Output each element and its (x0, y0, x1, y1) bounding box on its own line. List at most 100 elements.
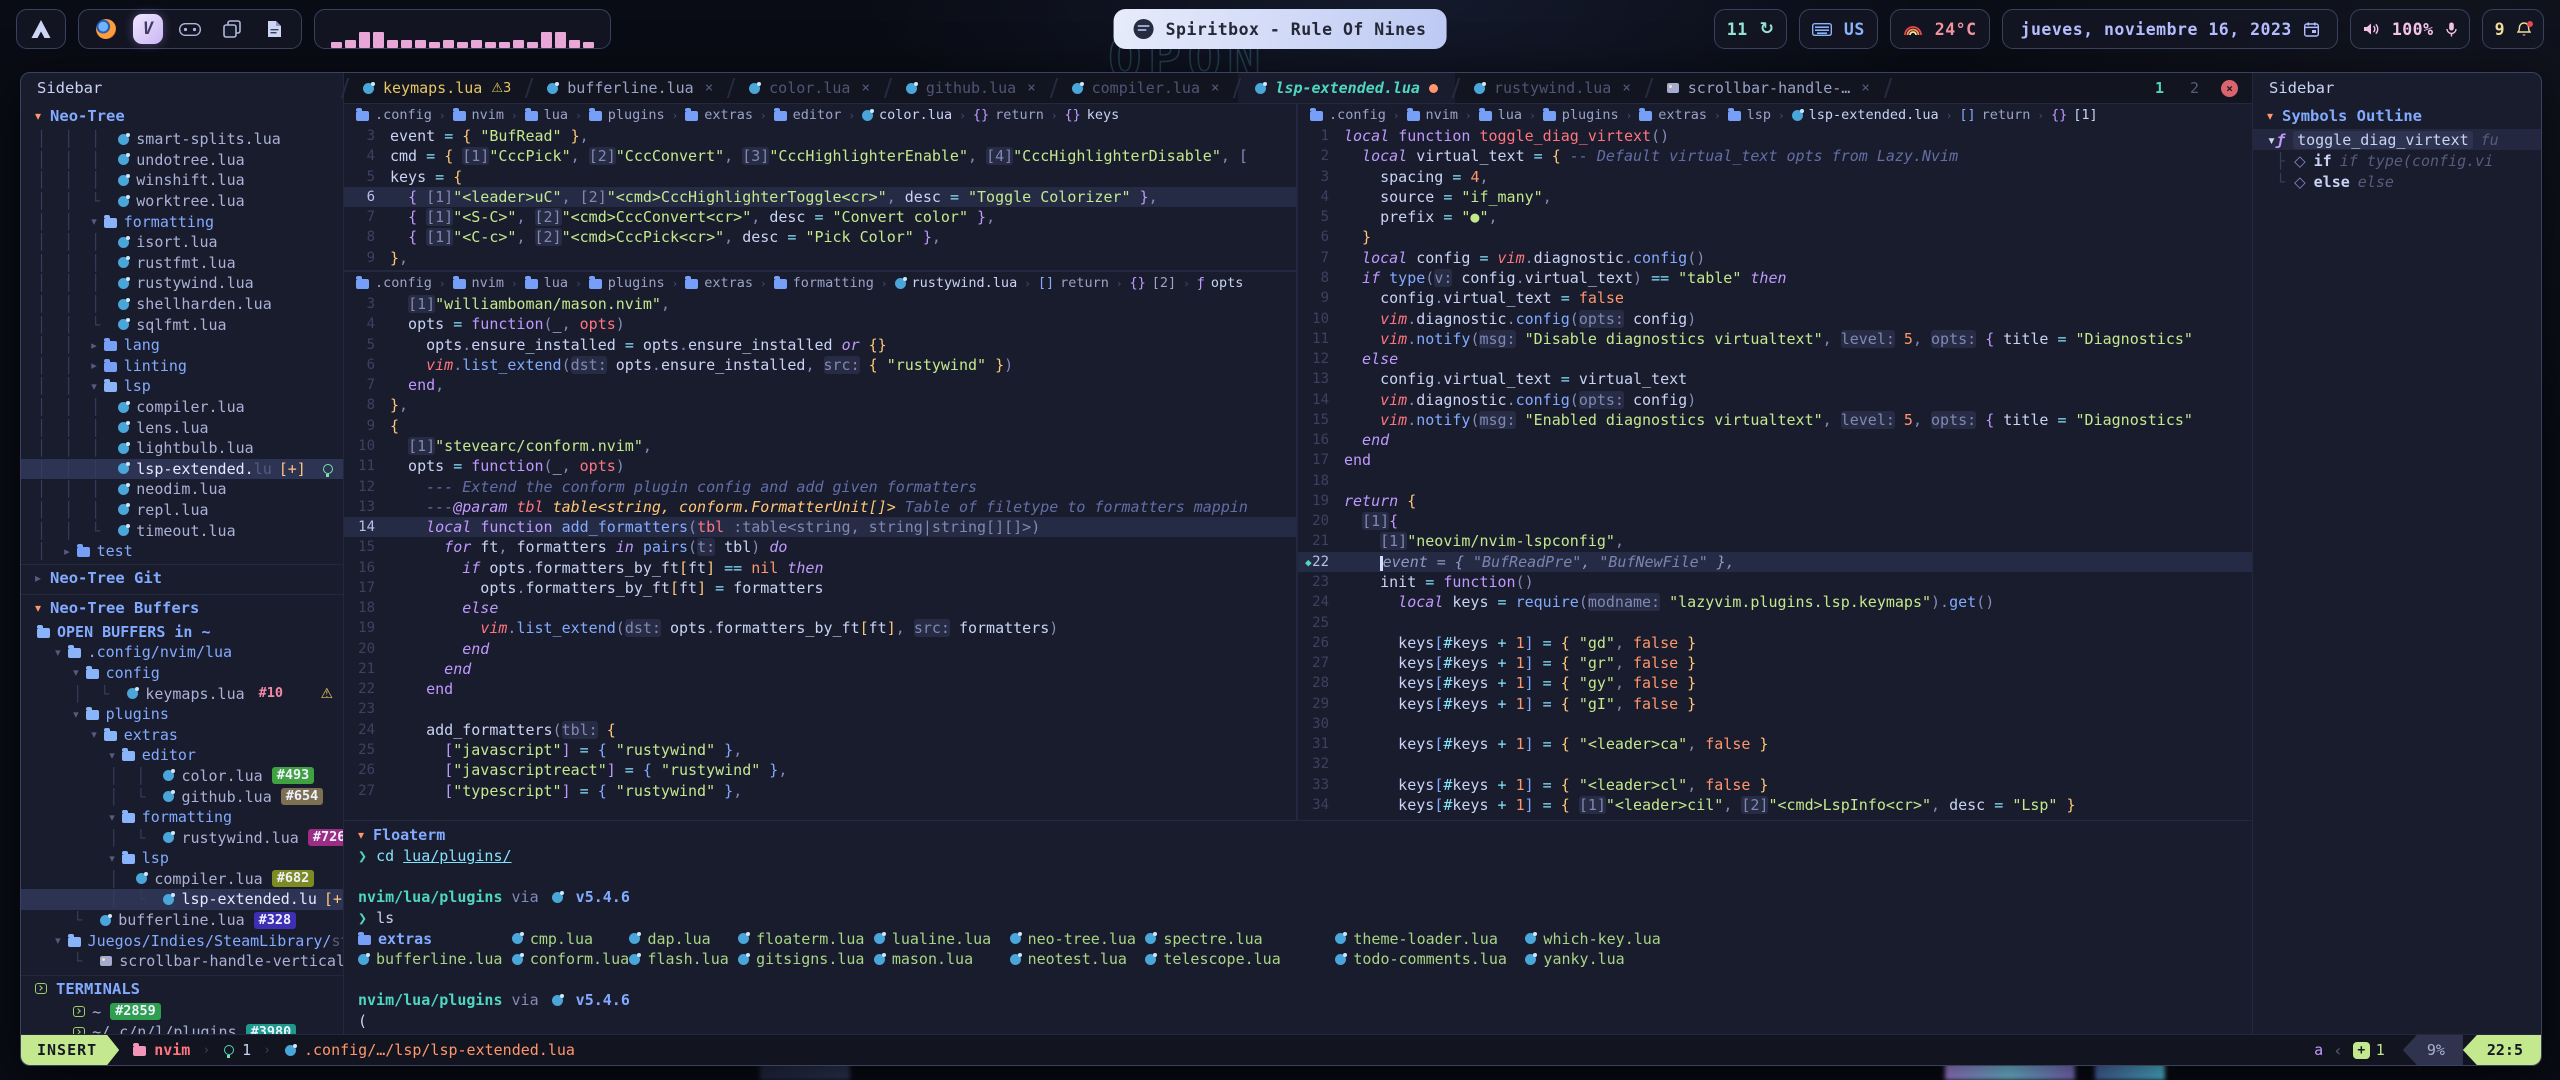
breadcrumb-item[interactable]: {}keys (1064, 107, 1119, 123)
tab-close-icon[interactable]: × (705, 80, 713, 96)
code-line-6[interactable]: 6 } (1298, 227, 2252, 247)
code-line-8[interactable]: 8 if type(v: config.virtual_text) == "ta… (1298, 268, 2252, 288)
code-line-6[interactable]: 6 vim.list_extend(dst: opts.ensure_insta… (344, 355, 1296, 375)
tree-item-shellharden.lua[interactable]: │ │ │ shellharden.lua (21, 294, 343, 315)
breadcrumb-item[interactable]: nvim (453, 107, 505, 123)
code-line-17[interactable]: 17end (1298, 450, 2252, 470)
code-line-27[interactable]: 27 keys[#keys + 1] = { "gr", false } (1298, 653, 2252, 673)
code-line-8[interactable]: 8 { [1]"<C-c>", [2]"<cmd>CccPick<cr>", d… (344, 227, 1296, 247)
symbol-toggle_diag_virtext[interactable]: ▾ƒtoggle_diag_virtextfu (2253, 129, 2541, 150)
code-line-14[interactable]: 14 local function add_formatters(tbl :ta… (344, 517, 1296, 537)
breadcrumb-item[interactable]: .config (356, 107, 432, 123)
code-line-9[interactable]: 9 config.virtual_text = false (1298, 288, 2252, 308)
tab-lsp-extendedlua[interactable]: lsp-extended.lua (1238, 73, 1455, 103)
code-line-11[interactable]: 11 vim.notify(msg: "Disable diagnostics … (1298, 329, 2252, 349)
tree-item-lens.lua[interactable]: │ │ │ lens.lua (21, 417, 343, 438)
tree-item-lightbulb.lua[interactable]: │ │ │ lightbulb.lua (21, 438, 343, 459)
code-line-15[interactable]: 15 vim.notify(msg: "Enabled diagnostics … (1298, 410, 2252, 430)
firefox-icon[interactable] (91, 14, 121, 44)
tab-scrollbar-handle-[interactable]: scrollbar-handle-…× (1650, 73, 1887, 103)
breadcrumb-item[interactable]: plugins (1543, 107, 1619, 123)
tab-close-icon[interactable]: × (1027, 80, 1035, 96)
floaterm-header[interactable]: ▾ Floaterm (358, 824, 2252, 846)
tree-item-test[interactable]: │ ▸test (21, 541, 343, 562)
tab-githublua[interactable]: github.lua× (889, 73, 1053, 103)
code-line-32[interactable]: 32 (1298, 754, 2252, 774)
code-line-5[interactable]: 5keys = { (344, 167, 1296, 187)
breadcrumb-item[interactable]: .config (1310, 107, 1386, 123)
code-line-10[interactable]: 10 [1]"stevearc/conform.nvim", (344, 436, 1296, 456)
breadcrumb-item[interactable]: lua (525, 275, 568, 291)
code-line-24[interactable]: 24 local keys = require(modname: "lazyvi… (1298, 592, 2252, 612)
breadcrumb-item[interactable]: []return (1038, 275, 1109, 291)
code-line-14[interactable]: 14 vim.diagnostic.config(opts: config) (1298, 389, 2252, 409)
tab-close-icon[interactable]: × (1622, 80, 1630, 96)
code-line-6[interactable]: 6 { [1]"<leader>uC", [2]"<cmd>CccHighlig… (344, 187, 1296, 207)
code-view-rustywind[interactable]: 3 [1]"williamboman/mason.nvim",4 opts = … (344, 294, 1296, 820)
tree-item-undotree.lua[interactable]: │ │ │ undotree.lua (21, 150, 343, 171)
code-line-13[interactable]: 13 ---@param tbl table<string, conform.F… (344, 497, 1296, 517)
date-widget[interactable]: jueves, noviembre 16, 2023 (2002, 9, 2338, 49)
code-line-9[interactable]: 9}, (344, 248, 1296, 268)
tree-item-github.lua[interactable]: │ └ github.lua#654 (21, 786, 343, 807)
code-line-2[interactable]: 2 local virtual_text = { -- Default virt… (1298, 146, 2252, 166)
code-view-color[interactable]: 3event = { "BufRead" },4cmd = { [1]"CccP… (344, 126, 1296, 270)
tree-item-lsp-extended.[interactable]: │ │ │ lsp-extended.lu[+] (21, 459, 343, 480)
breadcrumb-item[interactable]: extras (685, 275, 753, 291)
tree-item-editor[interactable]: ▾editor (21, 745, 343, 766)
code-line-19[interactable]: 19return { (1298, 491, 2252, 511)
code-line-13[interactable]: 13 config.virtual_text = virtual_text (1298, 369, 2252, 389)
code-line-20[interactable]: 20 [1]{ (1298, 511, 2252, 531)
breadcrumb-item[interactable]: nvim (1407, 107, 1459, 123)
tabpage-1[interactable]: 1 (2143, 79, 2176, 97)
code-line-12[interactable]: 12 else (1298, 349, 2252, 369)
code-line-20[interactable]: 20 end (344, 639, 1296, 659)
tree-item-formatting[interactable]: │ │ ▾formatting (21, 211, 343, 232)
code-line-8[interactable]: 8}, (344, 395, 1296, 415)
breadcrumb-item[interactable]: lsp (1728, 107, 1771, 123)
breadcrumb-item[interactable]: editor (774, 107, 842, 123)
code-line-3[interactable]: 3 [1]"williamboman/mason.nvim", (344, 294, 1296, 314)
tree-item-linting[interactable]: │ │ ▸linting (21, 356, 343, 377)
code-line-21[interactable]: 21 end (344, 659, 1296, 679)
code-line-5[interactable]: 5 opts.ensure_installed = opts.ensure_in… (344, 335, 1296, 355)
code-line-16[interactable]: 16 end (1298, 430, 2252, 450)
keyboard-layout-widget[interactable]: US (1799, 9, 1878, 49)
code-line-27[interactable]: 27 ["typescript"] = { "rustywind" }, (344, 780, 1296, 800)
code-line-11[interactable]: 11 opts = function(_, opts) (344, 456, 1296, 476)
breadcrumb-item[interactable]: {}[2] (1130, 275, 1177, 291)
tree-item-lsp[interactable]: ▾lsp (21, 848, 343, 869)
code-line-3[interactable]: 3event = { "BufRead" }, (344, 126, 1296, 146)
tree-item-config[interactable]: ▾config (21, 663, 343, 684)
code-line-22[interactable]: 22 end (344, 679, 1296, 699)
code-line-10[interactable]: 10 vim.diagnostic.config(opts: config) (1298, 308, 2252, 328)
code-line-5[interactable]: 5 prefix = "●", (1298, 207, 2252, 227)
code-line-19[interactable]: 19 vim.list_extend(dst: opts.formatters_… (344, 618, 1296, 638)
tree-item-[interactable]: ~#2859 (21, 1002, 343, 1023)
code-line-17[interactable]: 17 opts.formatters_by_ft[ft] = formatter… (344, 578, 1296, 598)
section-header-neo-tree[interactable]: ▾Neo-Tree (21, 103, 343, 129)
tree-item-lsp[interactable]: │ │ ▾lsp (21, 376, 343, 397)
code-view-lsp-extended[interactable]: 1local function toggle_diag_virtext()2 l… (1298, 126, 2252, 820)
code-line-4[interactable]: 4 opts = function(_, opts) (344, 314, 1296, 334)
breadcrumb-item[interactable]: lua (1479, 107, 1522, 123)
tree-item-lang[interactable]: │ │ ▸lang (21, 335, 343, 356)
tree-item-repl.lua[interactable]: │ │ │ repl.lua (21, 500, 343, 521)
tree-item-compiler.lua[interactable]: │ │ │ compiler.lua (21, 397, 343, 418)
code-line-26[interactable]: 26 keys[#keys + 1] = { "gd", false } (1298, 633, 2252, 653)
tab-keymapslua[interactable]: keymaps.lua⚠3 (346, 73, 528, 103)
code-line-7[interactable]: 7 { [1]"<S-C>", [2]"<cmd>CccConvert<cr>"… (344, 207, 1296, 227)
code-line-7[interactable]: 7 local config = vim.diagnostic.config() (1298, 248, 2252, 268)
code-line-22[interactable]: 22◆ event = { "BufReadPre", "BufNewFile"… (1298, 552, 2252, 572)
close-all-button[interactable]: × (2221, 80, 2238, 97)
tree-item-bufferline.lua[interactable]: └ bufferline.lua#328 (21, 910, 343, 931)
code-line-31[interactable]: 31 keys[#keys + 1] = { "<leader>ca", fal… (1298, 734, 2252, 754)
tree-item-.confignvimlua[interactable]: ▾.config/nvim/lua (21, 642, 343, 663)
tree-item-worktree.lua[interactable]: │ │ └ worktree.lua (21, 191, 343, 212)
tree-item-.cnlplugins[interactable]: ~/.c/n/l/plugins#3980 (21, 1022, 343, 1034)
tree-item-extras[interactable]: ▾extras (21, 724, 343, 745)
tree-item-plugins[interactable]: ▾plugins (21, 704, 343, 725)
tabpage-2[interactable]: 2 (2178, 79, 2211, 97)
code-line-4[interactable]: 4 source = "if_many", (1298, 187, 2252, 207)
tree-item-rustywind.lua[interactable]: │ │ │ rustywind.lua (21, 273, 343, 294)
